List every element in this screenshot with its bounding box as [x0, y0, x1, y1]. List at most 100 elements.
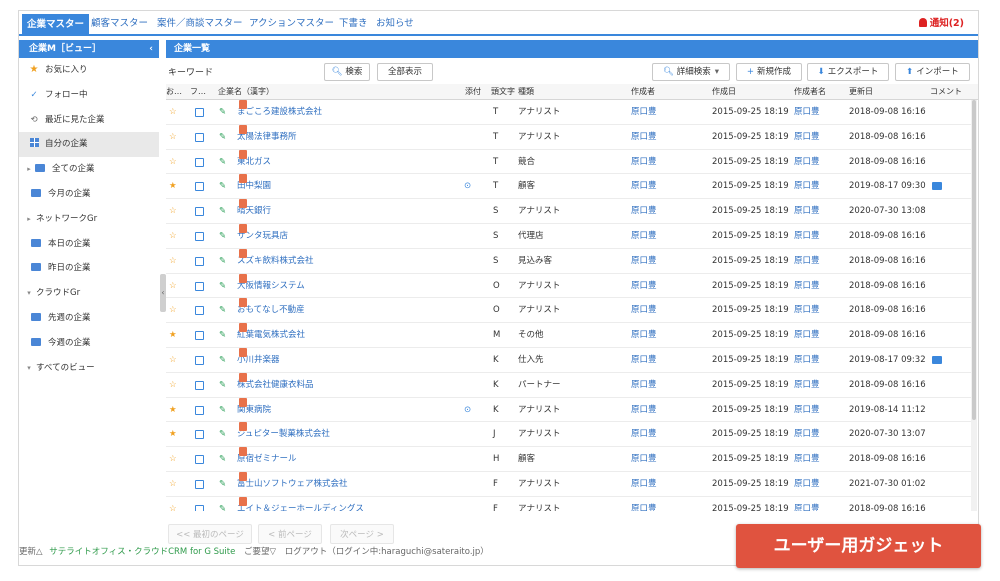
author-link[interactable]: 原口豊 — [631, 447, 657, 472]
tab-action-master[interactable]: アクションマスター — [249, 15, 334, 33]
author-link[interactable]: 原口豊 — [631, 472, 657, 497]
favorite-star-icon[interactable]: ★ — [169, 398, 177, 423]
author-name-link[interactable]: 原口豊 — [794, 125, 820, 150]
scrollbar-thumb[interactable] — [972, 100, 976, 420]
notification-link[interactable]: 通知(2) — [918, 15, 964, 33]
follow-checkbox[interactable] — [195, 480, 204, 489]
new-button[interactable]: + 新規作成 — [736, 63, 802, 81]
favorite-star-icon[interactable]: ☆ — [169, 150, 177, 175]
follow-checkbox[interactable] — [195, 157, 204, 167]
tab-customer-master[interactable]: 顧客マスター — [91, 15, 148, 33]
grid-scrollbar[interactable] — [971, 100, 977, 511]
author-link[interactable]: 原口豊 — [631, 497, 657, 511]
table-row[interactable]: ☆ ✎ サンタ玩具店 S 代理店 原口豊 2015-09-25 18:19 原口豊 2018-0… — [166, 224, 971, 249]
favorite-star-icon[interactable]: ☆ — [169, 125, 177, 150]
sidebar-item-favorites[interactable]: ★ お気に入り — [19, 58, 159, 83]
edit-icon[interactable]: ✎ — [219, 298, 226, 323]
edit-icon[interactable]: ✎ — [219, 398, 226, 423]
favorite-star-icon[interactable]: ★ — [169, 422, 177, 447]
table-row[interactable]: ☆ ✎ 小川井楽器 K 仕入先 原口豊 2015-09-25 18:19 原口豊 2019-08… — [166, 348, 971, 373]
favorite-star-icon[interactable]: ☆ — [169, 100, 177, 125]
favorite-star-icon[interactable]: ☆ — [169, 348, 177, 373]
author-name-link[interactable]: 原口豊 — [794, 472, 820, 497]
author-name-link[interactable]: 原口豊 — [794, 373, 820, 398]
follow-checkbox[interactable] — [195, 132, 204, 142]
author-link[interactable]: 原口豊 — [631, 323, 657, 348]
tab-deal-master[interactable]: 案件／商談マスター — [157, 15, 243, 33]
sidebar-item-following[interactable]: ✓ フォロー中 — [19, 83, 159, 108]
sidebar-item-last-week[interactable]: 先週の企業 — [19, 306, 159, 331]
attachment-icon[interactable]: ⊙ — [464, 174, 471, 199]
author-name-link[interactable]: 原口豊 — [794, 150, 820, 175]
edit-icon[interactable]: ✎ — [219, 373, 226, 398]
table-row[interactable]: ☆ ✎ 株式会社健康衣料品 K パートナー 原口豊 2015-09-25 18:19 原口豊 2… — [166, 372, 971, 398]
table-row[interactable]: ★ ✎ 関東病院 ⊙ K アナリスト 原口豊 2015-09-25 18:19 原口豊 2019-… — [166, 397, 971, 423]
favorite-star-icon[interactable]: ☆ — [169, 447, 177, 472]
author-link[interactable]: 原口豊 — [631, 398, 657, 423]
author-name-link[interactable]: 原口豊 — [794, 323, 820, 348]
author-name-link[interactable]: 原口豊 — [794, 348, 820, 373]
follow-checkbox[interactable] — [195, 281, 204, 291]
author-link[interactable]: 原口豊 — [631, 174, 657, 199]
col-initial[interactable]: 頭文字 — [491, 84, 515, 100]
favorite-star-icon[interactable]: ☆ — [169, 274, 177, 299]
col-favorite[interactable]: お… — [166, 84, 182, 100]
col-created[interactable]: 作成日 — [712, 84, 736, 100]
sidebar-item-all-views[interactable]: ▾ すべてのビュー — [19, 356, 159, 381]
edit-icon[interactable]: ✎ — [219, 224, 226, 249]
edit-icon[interactable]: ✎ — [219, 497, 226, 511]
table-row[interactable]: ☆ ✎ 富士山ソフトウェア株式会社 F アナリスト 原口豊 2015-09-25 18:19… — [166, 472, 971, 497]
author-name-link[interactable]: 原口豊 — [794, 274, 820, 299]
import-button[interactable]: ⬆ インポート — [895, 63, 970, 81]
table-row[interactable]: ★ ✎ 田中梨園 ⊙ T 顧客 原口豊 2015-09-25 18:19 原口豊 2019-08-… — [166, 174, 971, 200]
edit-icon[interactable]: ✎ — [219, 447, 226, 472]
table-row[interactable]: ☆ ✎ 東北ガス T 競合 原口豊 2015-09-25 18:19 原口豊 2018-09-0… — [166, 149, 971, 175]
table-row[interactable]: ★ ✎ 紅葉電気株式会社 M その他 原口豊 2015-09-25 18:19 原口豊 2018… — [166, 323, 971, 348]
follow-checkbox[interactable] — [195, 232, 204, 241]
author-link[interactable]: 原口豊 — [631, 125, 657, 150]
advanced-search-button[interactable]: 🔍︎ 詳細検索 ▾ — [652, 63, 730, 81]
table-row[interactable]: ★ ✎ ジュピター製菓株式会社 J アナリスト 原口豊 2015-09-25 18:19 原口… — [166, 422, 971, 448]
follow-checkbox[interactable] — [195, 207, 204, 217]
author-link[interactable]: 原口豊 — [631, 422, 657, 447]
author-name-link[interactable]: 原口豊 — [794, 100, 820, 125]
favorite-star-icon[interactable]: ☆ — [169, 373, 177, 398]
edit-icon[interactable]: ✎ — [219, 174, 226, 199]
follow-checkbox[interactable] — [195, 182, 204, 192]
sidebar-item-all-companies[interactable]: ▸ 全ての企業 — [19, 157, 159, 182]
edit-icon[interactable]: ✎ — [219, 100, 226, 125]
author-name-link[interactable]: 原口豊 — [794, 249, 820, 274]
caret-down-icon[interactable]: ▾ — [23, 281, 35, 306]
sidebar-item-yesterday[interactable]: 昨日の企業 — [19, 256, 159, 281]
author-name-link[interactable]: 原口豊 — [794, 199, 820, 224]
edit-icon[interactable]: ✎ — [219, 125, 226, 150]
author-link[interactable]: 原口豊 — [631, 373, 657, 398]
follow-checkbox[interactable] — [195, 430, 204, 440]
caret-right-icon[interactable]: ▸ — [23, 207, 35, 232]
follow-checkbox[interactable] — [195, 405, 204, 415]
author-name-link[interactable]: 原口豊 — [794, 174, 820, 199]
tab-company-master[interactable]: 企業マスター — [22, 14, 90, 35]
author-name-link[interactable]: 原口豊 — [794, 298, 820, 323]
col-author-name[interactable]: 作成者名 — [794, 84, 826, 100]
sidebar-item-cloud-group[interactable]: ▾ クラウドGr — [19, 281, 159, 306]
author-link[interactable]: 原口豊 — [631, 199, 657, 224]
update-link[interactable]: 更新△ — [19, 547, 43, 557]
author-name-link[interactable]: 原口豊 — [794, 497, 820, 511]
author-name-link[interactable]: 原口豊 — [794, 398, 820, 423]
sidebar-item-today[interactable]: 本日の企業 — [19, 232, 159, 257]
table-row[interactable]: ☆ ✎ まごころ建設株式会社 T アナリスト 原口豊 2015-09-25 18:19 原口豊… — [166, 100, 971, 125]
table-row[interactable]: ☆ ✎ 大阪情報システム O アナリスト 原口豊 2015-09-25 18:19 原口豊 20… — [166, 273, 971, 299]
tab-drafts[interactable]: 下書き — [339, 15, 368, 33]
col-company-name[interactable]: 企業名（漢字） — [218, 84, 274, 100]
brand-link[interactable]: サテライトオフィス・クラウドCRM for G Suite — [49, 547, 235, 557]
follow-checkbox[interactable] — [195, 380, 204, 390]
edit-icon[interactable]: ✎ — [219, 249, 226, 274]
comment-icon[interactable] — [932, 356, 942, 364]
author-name-link[interactable]: 原口豊 — [794, 422, 820, 447]
sidebar-item-network-group[interactable]: ▸ ネットワークGr — [19, 207, 159, 232]
col-updated[interactable]: 更新日 — [849, 84, 873, 100]
col-comment[interactable]: コメント — [930, 84, 962, 100]
show-all-button[interactable]: 全部表示 — [377, 63, 433, 81]
author-link[interactable]: 原口豊 — [631, 249, 657, 274]
